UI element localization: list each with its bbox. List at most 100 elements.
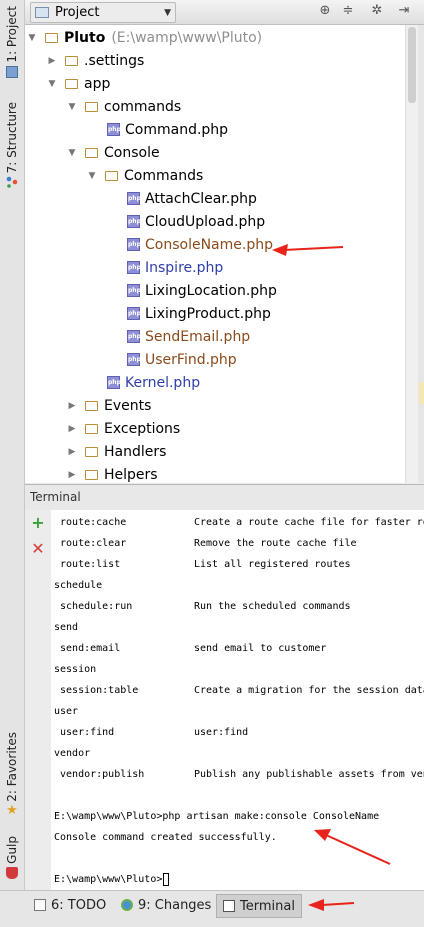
close-session-icon[interactable]: ✕: [31, 541, 45, 557]
hide-icon[interactable]: ⇥: [396, 3, 412, 19]
terminal-line: vendor:publish Publish any publishable as…: [54, 769, 424, 780]
tree-item-cloudupload[interactable]: php CloudUpload.php: [127, 210, 265, 233]
collapsed-arrow-icon[interactable]: ▶: [67, 401, 77, 411]
bottom-tab-terminal[interactable]: Terminal: [216, 894, 302, 918]
php-file-icon: php: [127, 307, 141, 320]
tree-item-helpers[interactable]: ▶ Helpers: [67, 463, 158, 483]
terminal-prompt-line[interactable]: E:\wamp\www\Pluto>: [54, 870, 170, 890]
expand-arrow-icon[interactable]: ▼: [47, 79, 57, 89]
tool-tab-structure[interactable]: 7: Structure: [0, 102, 24, 189]
php-file-icon: php: [127, 192, 141, 205]
tree-item-sendemail[interactable]: php SendEmail.php: [127, 325, 250, 348]
tree-item-lixinglocation[interactable]: php LixingLocation.php: [127, 279, 277, 302]
project-view-label: Project: [55, 5, 100, 20]
terminal-command-line: E:\wamp\www\Pluto>php artisan make:conso…: [54, 811, 380, 822]
folder-icon: [85, 469, 98, 480]
terminal-prompt: E:\wamp\www\Pluto>: [54, 874, 163, 885]
project-view-selector[interactable]: Project ▼: [30, 2, 176, 23]
expand-arrow-icon[interactable]: ▼: [67, 148, 77, 158]
expand-arrow-icon[interactable]: ▼: [87, 171, 97, 181]
collapsed-arrow-icon[interactable]: ▶: [67, 424, 77, 434]
bottom-tab-todo-label: 6: TODO: [51, 897, 107, 913]
left-tool-strip: 1: Project 7: Structure 2: Favorites ★ G…: [0, 0, 25, 890]
terminal-line: route:cache Create a route cache file for…: [54, 517, 424, 528]
tree-root[interactable]: ▼ Pluto (E:\wamp\www\Pluto): [27, 26, 263, 49]
tree-item-label: ConsoleName.php: [145, 236, 273, 253]
php-file-icon: php: [127, 238, 141, 251]
tree-item-userfind[interactable]: php UserFind.php: [127, 348, 237, 371]
collapsed-arrow-icon[interactable]: ▶: [67, 470, 77, 480]
tree-item-lixingproduct[interactable]: php LixingProduct.php: [127, 302, 271, 325]
folder-icon: [105, 170, 118, 181]
terminal-header: Terminal: [25, 484, 424, 511]
project-tree[interactable]: ▼ Pluto (E:\wamp\www\Pluto) ▶ .settings …: [25, 25, 405, 483]
tool-tab-gulp-label: Gulp: [5, 836, 19, 864]
tree-item-inspire[interactable]: php Inspire.php: [127, 256, 223, 279]
tree-item-label: Inspire.php: [145, 259, 224, 276]
bottom-tab-changes[interactable]: 9: Changes: [115, 894, 217, 916]
tree-item-label: SendEmail.php: [145, 328, 251, 345]
changes-icon: [121, 899, 133, 911]
folder-icon: [85, 446, 98, 457]
php-file-icon: php: [127, 261, 141, 274]
chevron-down-icon: ▼: [164, 7, 171, 18]
folder-icon: [85, 101, 98, 112]
bottom-tab-todo[interactable]: 6: TODO: [28, 894, 112, 916]
project-panel-header: Project ▼ ⊕ ≑ ✲ ⇥: [25, 0, 424, 25]
tree-item-console-commands[interactable]: ▼ Commands: [87, 164, 204, 187]
add-session-icon[interactable]: +: [31, 515, 45, 531]
tool-tab-favorites-label: 2: Favorites: [5, 732, 19, 802]
tree-item-exceptions[interactable]: ▶ Exceptions: [67, 417, 181, 440]
gear-icon[interactable]: ✲: [369, 3, 385, 19]
expand-arrow-icon[interactable]: ▼: [67, 102, 77, 112]
terminal-line: vendor: [54, 748, 91, 759]
tree-item-commands[interactable]: ▼ commands: [67, 95, 182, 118]
folder-icon: [65, 55, 78, 66]
collapse-icon[interactable]: ≑: [340, 3, 356, 19]
tree-item-kernel[interactable]: php Kernel.php: [107, 371, 200, 394]
tree-item-label: .settings: [84, 52, 145, 69]
bottom-tool-bar: 6: TODO 9: Changes Terminal: [0, 890, 424, 927]
sync-icon[interactable]: ⊕: [317, 3, 333, 19]
collapsed-arrow-icon[interactable]: ▶: [67, 447, 77, 457]
tree-item-settings[interactable]: ▶ .settings: [47, 49, 145, 72]
project-folder-icon: [35, 7, 49, 18]
terminal-toolbar: + ✕: [25, 510, 51, 890]
tree-scrollbar[interactable]: [405, 25, 418, 483]
tool-tab-structure-label: 7: Structure: [5, 102, 19, 174]
terminal-line: send: [54, 622, 79, 633]
tree-item-command-php[interactable]: php Command.php: [107, 118, 228, 141]
tree-item-consolename[interactable]: php ConsoleName.php: [127, 233, 273, 256]
star-icon: ★: [6, 802, 18, 818]
tree-scrollbar-thumb[interactable]: [408, 27, 416, 103]
tool-tab-gulp[interactable]: Gulp: [0, 836, 24, 879]
folder-icon: [85, 423, 98, 434]
tree-item-events[interactable]: ▶ Events: [67, 394, 152, 417]
project-icon: [6, 65, 18, 78]
php-file-icon: php: [127, 215, 141, 228]
tree-item-label: commands: [104, 98, 182, 115]
tree-item-handlers[interactable]: ▶ Handlers: [67, 440, 167, 463]
bottom-tab-terminal-label: Terminal: [240, 898, 295, 914]
terminal-line: schedule: [54, 580, 103, 591]
terminal-line: user: [54, 706, 79, 717]
terminal-result-line: Console command created successfully.: [54, 832, 277, 843]
terminal-line: session:table Create a migration for the …: [54, 685, 424, 696]
tree-item-label: app: [84, 75, 111, 92]
terminal-output[interactable]: route:cache Create a route cache file for…: [51, 510, 424, 890]
tree-item-attachclear[interactable]: php AttachClear.php: [127, 187, 257, 210]
structure-icon: [6, 177, 18, 189]
expand-arrow-icon[interactable]: ▼: [27, 33, 37, 43]
folder-icon: [85, 400, 98, 411]
tree-item-app[interactable]: ▼ app: [47, 72, 111, 95]
tool-tab-project[interactable]: 1: Project: [0, 6, 24, 78]
php-file-icon: php: [107, 123, 121, 136]
php-file-icon: php: [107, 376, 121, 389]
terminal-line: route:list List all registered routes: [54, 559, 351, 570]
tool-tab-favorites[interactable]: 2: Favorites ★: [0, 732, 24, 817]
collapsed-arrow-icon[interactable]: ▶: [47, 56, 57, 66]
tree-root-path: (E:\wamp\www\Pluto): [111, 29, 263, 46]
tree-item-label: AttachClear.php: [145, 190, 257, 207]
tree-item-console[interactable]: ▼ Console: [67, 141, 160, 164]
terminal-line: user:find user:find: [54, 727, 249, 738]
